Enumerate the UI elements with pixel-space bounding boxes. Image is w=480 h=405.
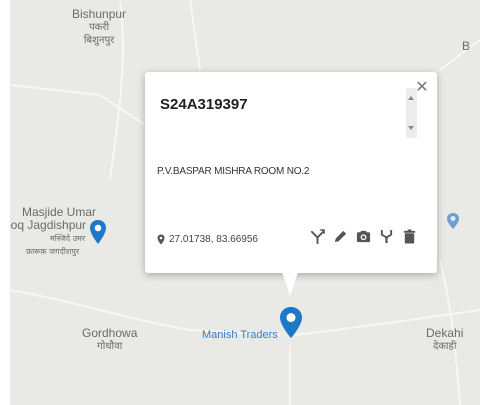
directions-icon[interactable] xyxy=(309,228,325,244)
place-label-masjid: Masjide Umar rooq Jagdishpur मस्जिदे उमर… xyxy=(10,206,96,258)
scroll-up-icon[interactable] xyxy=(408,96,414,100)
place-label-dekahi: Dekahi देकाही xyxy=(426,327,463,353)
camera-icon[interactable] xyxy=(355,228,371,244)
place-name: Dekahi xyxy=(426,326,464,340)
place-label-gordhowa: Gordhowa गोधौवा xyxy=(82,327,137,353)
site-address: P.V.BASPAR MISHRA ROOM NO.2 xyxy=(157,166,310,177)
place-name: Gordhowa xyxy=(82,326,138,340)
map-pin-icon xyxy=(90,220,106,244)
site-id-title: S24A319397 xyxy=(160,96,248,113)
info-window-tail xyxy=(282,272,298,296)
info-window-actions xyxy=(309,228,417,244)
place-name: rooq Jagdishpur xyxy=(10,218,87,232)
place-label-bishunpur: Bishunpur पकरी बिशुनपुर xyxy=(72,8,126,47)
trash-icon[interactable] xyxy=(401,228,417,244)
place-name: B xyxy=(462,39,471,53)
map-marker-masjid[interactable] xyxy=(89,219,107,250)
map-pin-icon xyxy=(447,213,459,229)
map-marker-right[interactable] xyxy=(446,212,460,235)
edit-icon[interactable] xyxy=(332,228,348,244)
scroll-down-icon[interactable] xyxy=(408,126,414,130)
coordinates-text: 27.01738, 83.66956 xyxy=(169,234,258,245)
tools-icon[interactable] xyxy=(378,228,394,244)
place-name-local: मस्जिदे उमर xyxy=(50,234,86,243)
place-name: Manish Traders xyxy=(202,329,278,341)
map-marker-selected[interactable] xyxy=(279,306,303,345)
place-name-local: फ़ारूक़ जगदीशपुर xyxy=(26,247,80,256)
place-name-local: देकाही xyxy=(432,341,457,352)
info-window: ✕ S24A319397 P.V.BASPAR MISHRA ROOM NO.2… xyxy=(145,72,437,296)
map-pin-icon xyxy=(280,307,302,338)
coordinates-row: 27.01738, 83.66956 xyxy=(157,234,258,245)
place-label-manish: Manish Traders xyxy=(202,329,278,342)
place-label-edge: B xyxy=(462,40,470,53)
info-window-scrollbar[interactable] xyxy=(406,88,417,138)
location-pin-icon xyxy=(157,234,165,245)
place-name-local: पकरी xyxy=(89,22,110,33)
place-name: Bishunpur xyxy=(72,7,127,21)
place-name-local: गोधौवा xyxy=(97,341,123,352)
place-name-local: बिशुनपुर xyxy=(83,35,115,46)
